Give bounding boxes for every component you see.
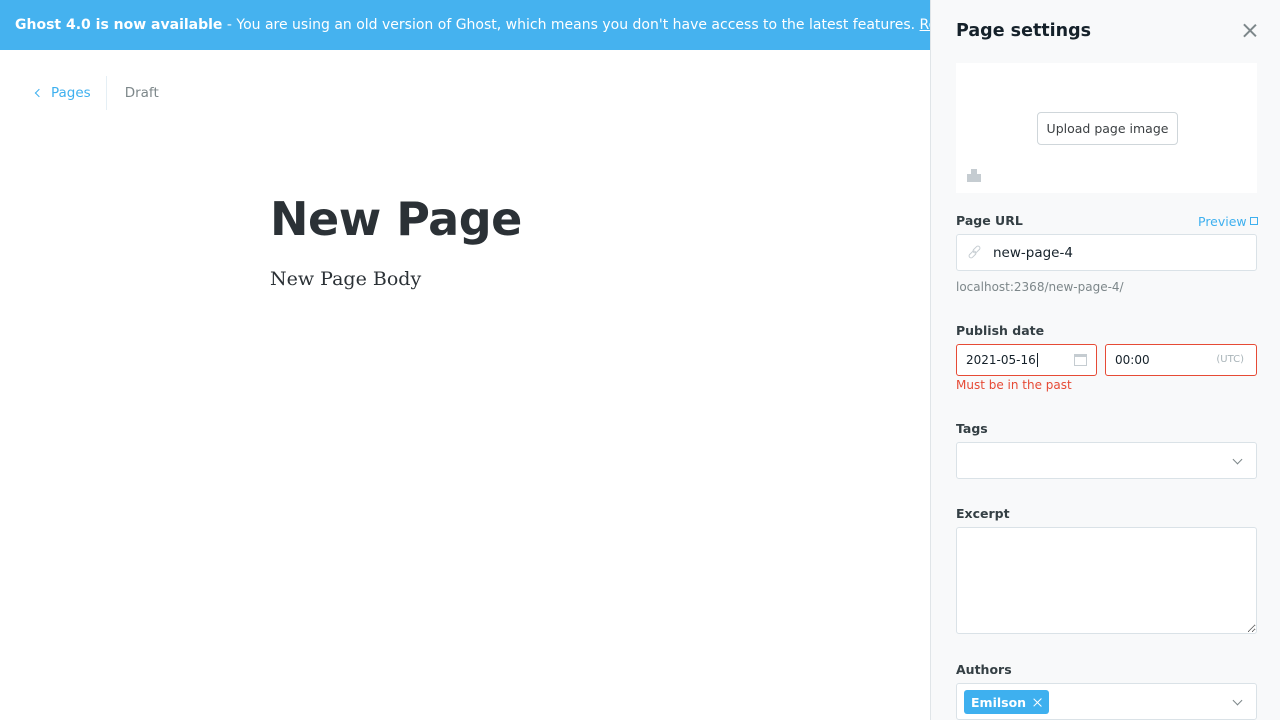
timezone-label: (UTC)	[1216, 354, 1244, 365]
banner-read-more-link[interactable]: Read more!	[920, 17, 930, 33]
publish-time-value: 00:00	[1115, 353, 1150, 367]
page-image-uploader: Upload page image	[956, 63, 1257, 193]
panel-title: Page settings	[956, 21, 1092, 41]
page-body-editor[interactable]: New Page Body	[270, 268, 421, 290]
authors-select[interactable]: Emilson	[956, 683, 1257, 720]
tags-select[interactable]	[956, 442, 1257, 479]
external-link-icon	[1249, 217, 1258, 225]
chevron-down-icon	[1232, 695, 1243, 706]
author-name: Emilson	[971, 694, 1027, 710]
page-url-value: new-page-4	[993, 244, 1073, 261]
chevron-down-icon	[1232, 454, 1243, 465]
publish-date-label: Publish date	[956, 323, 1045, 338]
upload-page-image-button[interactable]: Upload page image	[1037, 112, 1178, 145]
chevron-left-icon	[34, 88, 44, 98]
banner-bold-text: Ghost 4.0 is now available	[15, 17, 223, 33]
publish-date-input[interactable]: 2021-05-16	[956, 344, 1097, 376]
text-caret	[1036, 353, 1038, 367]
banner-text: - You are using an old version of Ghost,…	[222, 17, 920, 33]
page-settings-panel: Page settings Upload page image Page URL…	[930, 0, 1280, 720]
link-icon	[967, 244, 982, 260]
excerpt-textarea[interactable]	[956, 527, 1257, 634]
close-icon[interactable]	[1241, 22, 1259, 40]
preview-link[interactable]: Preview	[1198, 214, 1258, 229]
page-title-editor[interactable]: New Page	[270, 192, 522, 246]
author-token: Emilson	[964, 690, 1050, 714]
page-url-label: Page URL	[956, 213, 1023, 228]
back-to-pages-link[interactable]: Pages	[32, 76, 107, 110]
page-url-input[interactable]: new-page-4	[956, 234, 1257, 271]
breadcrumb: Pages Draft	[32, 76, 159, 110]
preview-label: Preview	[1198, 214, 1247, 229]
post-status: Draft	[124, 85, 159, 101]
back-label: Pages	[51, 85, 91, 101]
tags-label: Tags	[956, 421, 988, 436]
page-url-hint: localhost:2368/new-page-4/	[956, 280, 1124, 294]
publish-date-value: 2021-05-16	[966, 353, 1036, 367]
update-banner: Ghost 4.0 is now available - You are usi…	[0, 0, 930, 50]
authors-label: Authors	[956, 662, 1012, 677]
image-icon	[967, 169, 981, 183]
editor-area: Ghost 4.0 is now available - You are usi…	[0, 0, 930, 720]
calendar-icon[interactable]	[1074, 354, 1087, 366]
remove-author-icon[interactable]	[1033, 698, 1042, 707]
excerpt-label: Excerpt	[956, 506, 1010, 521]
publish-date-error: Must be in the past	[956, 378, 1072, 392]
publish-time-input[interactable]: 00:00 (UTC)	[1105, 344, 1257, 376]
